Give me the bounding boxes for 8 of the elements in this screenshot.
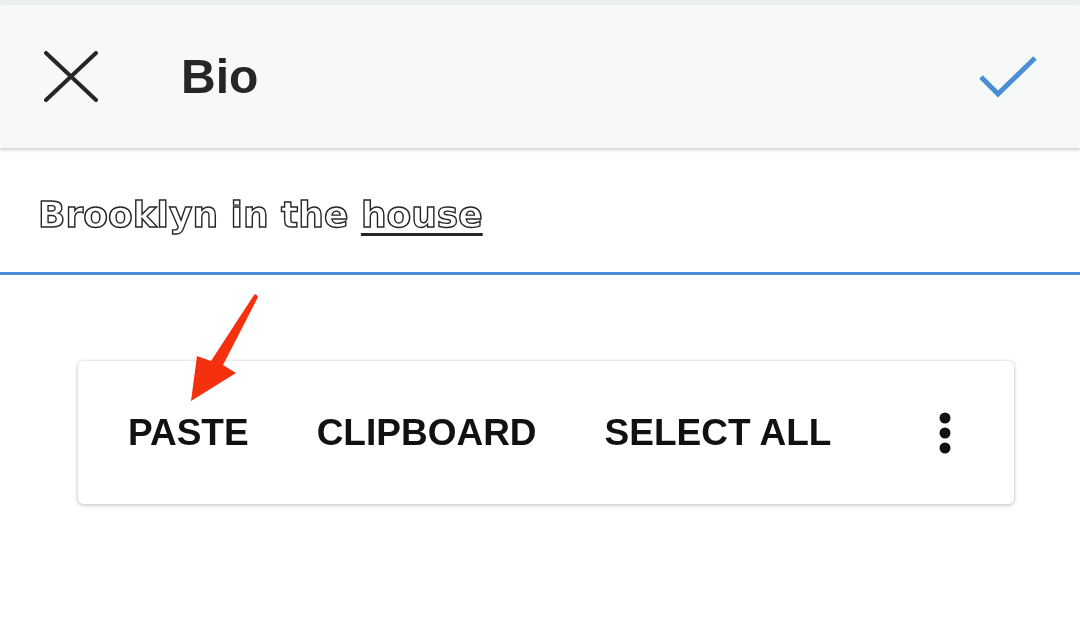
menu-item[interactable]: CLIPBOARD [282,361,571,504]
menu-item[interactable]: PASTE [94,361,283,504]
checkmark-icon [978,54,1038,99]
more-vertical-icon [939,411,951,454]
bio-input-field[interactable]: Brooklyn in the house [0,148,1080,275]
menu-item[interactable]: SELECT ALL [570,361,866,504]
screen-title: Bio [181,52,259,101]
close-icon [44,51,98,102]
